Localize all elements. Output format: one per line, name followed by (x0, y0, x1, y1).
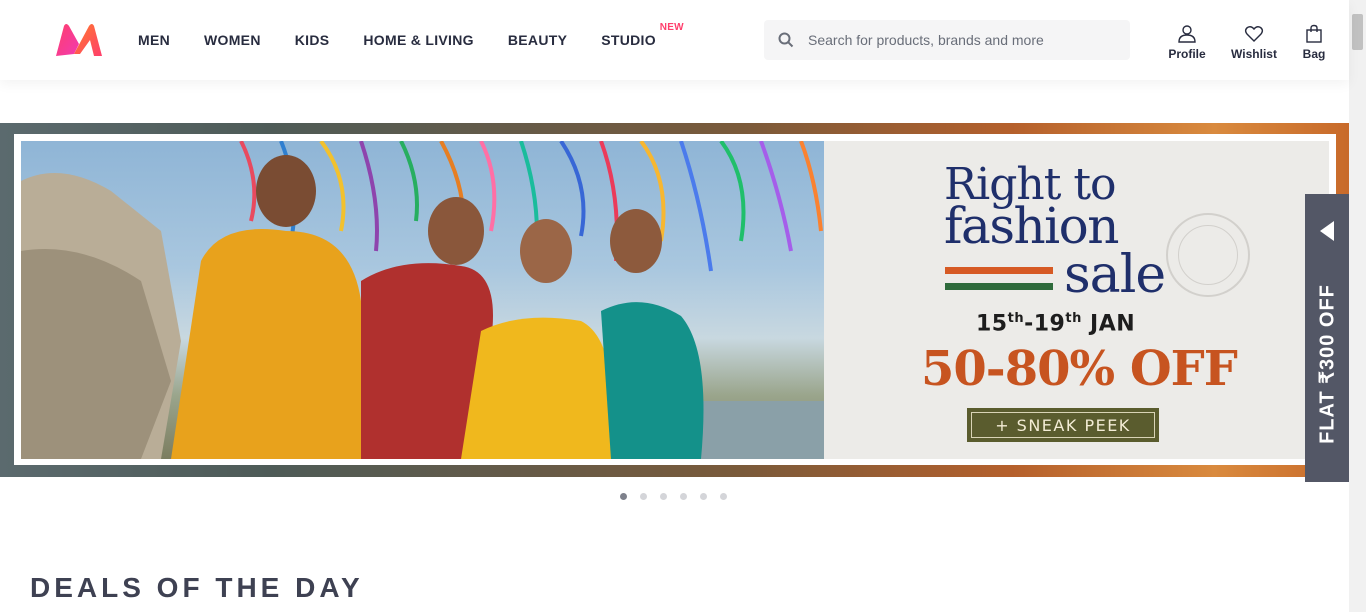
wishlist-button[interactable]: Wishlist (1226, 24, 1282, 61)
nav-beauty[interactable]: BEAUTY (508, 32, 567, 48)
profile-icon (1178, 25, 1196, 43)
green-stripe (945, 283, 1053, 290)
discount-text: 50-80% OFF (921, 341, 1238, 397)
carousel-dot[interactable] (700, 493, 707, 500)
nav-men[interactable]: MEN (138, 32, 170, 48)
scrollbar-thumb[interactable] (1352, 14, 1363, 50)
nav-studio[interactable]: STUDIO NEW (601, 22, 683, 48)
search-bar (764, 20, 1130, 60)
hero-banner[interactable]: Right to fashion sale 15th-19th JAN 50-8… (0, 123, 1349, 477)
site-header: MEN WOMEN KIDS HOME & LIVING BEAUTY STUD… (0, 0, 1349, 80)
wishlist-label: Wishlist (1231, 47, 1277, 61)
promo-panel: Right to fashion sale 15th-19th JAN 50-8… (824, 141, 1329, 459)
banner-photo (21, 141, 824, 459)
expand-arrow-icon[interactable] (1320, 221, 1334, 241)
myntra-logo[interactable] (54, 22, 104, 58)
sneak-peek-button[interactable]: + SNEAK PEEK (967, 408, 1159, 442)
flat-offer-text: FLAT ₹300 OFF (1316, 284, 1339, 444)
search-input[interactable] (808, 32, 1118, 48)
page-scrollbar[interactable] (1349, 0, 1366, 612)
new-badge: NEW (659, 22, 684, 33)
carousel-dot[interactable] (660, 493, 667, 500)
carousel-dots (620, 493, 740, 500)
promo-title-line3: sale (1064, 245, 1166, 305)
right-to-fashion-seal (1166, 213, 1250, 297)
profile-button[interactable]: Profile (1162, 24, 1212, 61)
nav-home-living[interactable]: HOME & LIVING (363, 32, 473, 48)
flat-offer-tab[interactable]: FLAT ₹300 OFF (1305, 194, 1349, 482)
main-nav: MEN WOMEN KIDS HOME & LIVING BEAUTY STUD… (138, 0, 690, 80)
search-icon[interactable] (764, 20, 808, 60)
bag-label: Bag (1302, 47, 1326, 61)
bag-button[interactable]: Bag (1294, 24, 1334, 61)
carousel-dot[interactable] (640, 493, 647, 500)
sale-dates: 15th-19th JAN (976, 311, 1136, 337)
nav-women[interactable]: WOMEN (204, 32, 261, 48)
saffron-stripe (945, 267, 1053, 274)
header-actions: Profile Wishlist Bag (1162, 24, 1334, 61)
carousel-dot[interactable] (720, 493, 727, 500)
profile-label: Profile (1168, 47, 1206, 61)
nav-studio-label: STUDIO (601, 32, 656, 48)
carousel-dot[interactable] (680, 493, 687, 500)
carousel-dot[interactable] (620, 493, 627, 500)
bag-icon (1306, 24, 1322, 43)
deals-of-the-day-heading: DEALS OF THE DAY (30, 572, 364, 603)
heart-icon (1244, 26, 1264, 42)
nav-kids[interactable]: KIDS (295, 32, 330, 48)
